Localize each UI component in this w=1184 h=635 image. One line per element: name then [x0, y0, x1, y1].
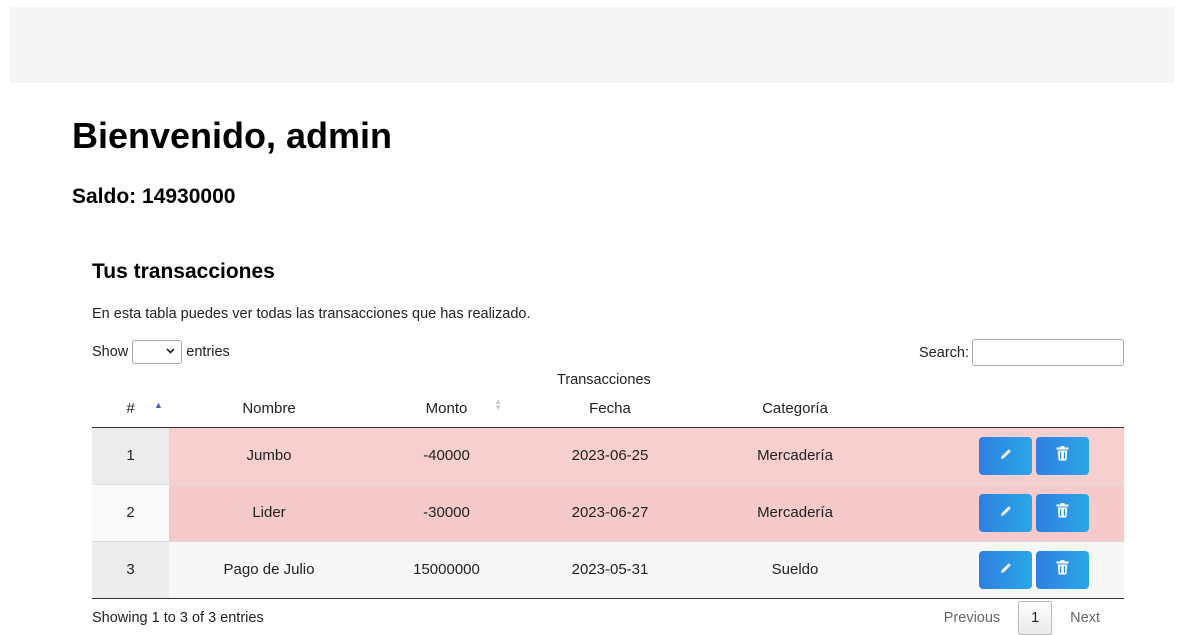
next-page-button[interactable]: Next [1052, 601, 1118, 635]
cell-index: 3 [92, 541, 169, 599]
transactions-title: Tus transacciones [92, 260, 275, 283]
transactions-description: En esta tabla puedes ver todas las trans… [92, 306, 531, 322]
page-1-button[interactable]: 1 [1018, 601, 1053, 635]
trash-icon [1056, 560, 1069, 579]
delete-button[interactable] [1036, 493, 1089, 532]
balance-value: 14930000 [142, 185, 236, 208]
cell-amount: -30000 [369, 484, 524, 542]
cell-index: 1 [92, 427, 169, 485]
cell-category: Sueldo [696, 541, 894, 599]
edit-button[interactable] [979, 493, 1032, 532]
search-label: Search: [919, 344, 969, 361]
pencil-icon [999, 447, 1013, 465]
cell-date: 2023-05-31 [524, 541, 696, 599]
column-header-date[interactable]: Fecha [524, 391, 696, 428]
edit-button[interactable] [979, 550, 1032, 589]
balance: Saldo: 14930000 [72, 184, 235, 210]
top-navbar [10, 7, 1174, 83]
length-label-before: Show [92, 344, 129, 360]
pencil-icon [999, 561, 1013, 579]
table-row: 1 Jumbo -40000 2023-06-25 Mercadería [92, 427, 1124, 485]
cell-actions [894, 541, 1124, 599]
column-header-name[interactable]: Nombre [169, 391, 369, 428]
column-header-amount[interactable]: Monto ▲ ▼ [369, 391, 524, 428]
entries-length-control: Show entries [92, 340, 230, 364]
column-header-category[interactable]: Categoría [696, 391, 894, 428]
pagination: Previous 1 Next [926, 601, 1118, 635]
trash-icon [1056, 446, 1069, 465]
table-header-row: # ▲ Nombre Monto ▲ ▼ Fecha Categoría [92, 391, 1124, 428]
trash-icon [1056, 503, 1069, 522]
cell-amount: -40000 [369, 427, 524, 485]
table-row: 2 Lider -30000 2023-06-27 Mercadería [92, 484, 1124, 542]
cell-actions [894, 427, 1124, 485]
cell-category: Mercadería [696, 484, 894, 542]
entries-length-select[interactable] [132, 340, 183, 364]
cell-actions [894, 484, 1124, 542]
table-info: Showing 1 to 3 of 3 entries [92, 610, 264, 626]
table-search: Search: [919, 339, 1124, 366]
balance-label: Saldo: [72, 185, 137, 208]
cell-name: Jumbo [169, 427, 369, 485]
column-header-actions [894, 391, 1124, 428]
length-label-after: entries [186, 344, 230, 360]
sort-asc-icon: ▲ [154, 400, 163, 410]
page-title: Bienvenido, admin [72, 115, 393, 156]
table-row: 3 Pago de Julio 15000000 2023-05-31 Suel… [92, 541, 1124, 599]
sort-both-icon: ▲ ▼ [494, 397, 502, 412]
cell-amount: 15000000 [369, 541, 524, 599]
chevron-down-icon [166, 340, 175, 364]
table-group-header: Transacciones [557, 372, 651, 388]
previous-page-button[interactable]: Previous [926, 601, 1018, 635]
cell-name: Pago de Julio [169, 541, 369, 599]
cell-name: Lider [169, 484, 369, 542]
cell-date: 2023-06-25 [524, 427, 696, 485]
pencil-icon [999, 504, 1013, 522]
delete-button[interactable] [1036, 436, 1089, 475]
search-input[interactable] [972, 339, 1124, 366]
cell-index: 2 [92, 484, 169, 542]
cell-date: 2023-06-27 [524, 484, 696, 542]
column-header-index[interactable]: # ▲ [92, 391, 169, 428]
delete-button[interactable] [1036, 550, 1089, 589]
edit-button[interactable] [979, 436, 1032, 475]
transactions-table: # ▲ Nombre Monto ▲ ▼ Fecha Categoría 1 Ju… [92, 391, 1124, 599]
cell-category: Mercadería [696, 427, 894, 485]
